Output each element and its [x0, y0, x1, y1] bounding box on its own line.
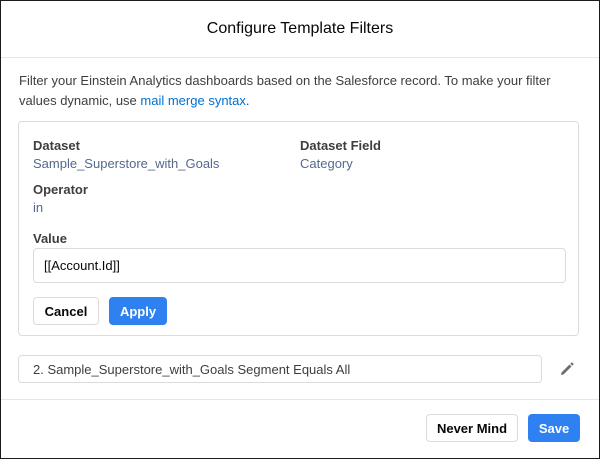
- mail-merge-syntax-link[interactable]: mail merge syntax: [140, 93, 245, 108]
- value-label: Value: [33, 231, 67, 246]
- footer-divider: [1, 399, 599, 400]
- modal-title: Configure Template Filters: [206, 20, 394, 37]
- intro-period: .: [245, 93, 250, 108]
- operator-value: in: [33, 200, 44, 215]
- cancel-button[interactable]: Cancel: [33, 297, 99, 325]
- modal-header: Configure Template Filters: [1, 1, 599, 58]
- apply-button[interactable]: Apply: [109, 297, 167, 325]
- pencil-icon-graphic: [561, 362, 574, 375]
- intro-text: Filter your Einstein Analytics dashboard…: [19, 71, 579, 111]
- operator-label: Operator: [33, 182, 88, 197]
- intro-description: Filter your Einstein Analytics dashboard…: [19, 73, 551, 108]
- configure-template-filters-modal: Configure Template Filters Filter your E…: [0, 0, 600, 459]
- filter-list-item[interactable]: 2. Sample_Superstore_with_Goals Segment …: [18, 355, 542, 383]
- filter-editor-card: Dataset Sample_Superstore_with_Goals Dat…: [18, 121, 579, 336]
- dataset-field-label: Dataset Field: [300, 138, 381, 153]
- dataset-label: Dataset: [33, 138, 80, 153]
- dataset-value: Sample_Superstore_with_Goals: [33, 156, 220, 171]
- pencil-icon[interactable]: [559, 361, 575, 377]
- never-mind-button[interactable]: Never Mind: [426, 414, 518, 442]
- dataset-field-value: Category: [300, 156, 353, 171]
- save-button[interactable]: Save: [528, 414, 580, 442]
- value-input[interactable]: [33, 248, 566, 283]
- filter-list-item-text: 2. Sample_Superstore_with_Goals Segment …: [33, 361, 351, 377]
